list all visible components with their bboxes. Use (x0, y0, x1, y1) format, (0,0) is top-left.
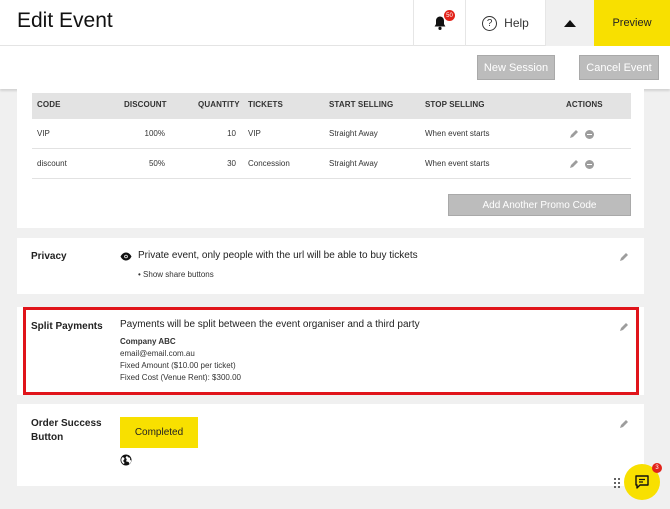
cell-code: VIP (37, 129, 50, 138)
promo-codes-section: CODE DISCOUNT QUANTITY TICKETS START SEL… (17, 89, 644, 228)
column-header-quantity: QUANTITY (198, 100, 240, 109)
cell-start-selling: Straight Away (329, 129, 378, 138)
privacy-label: Privacy (31, 251, 67, 262)
table-row: VIP 100% 10 VIP Straight Away When event… (32, 119, 631, 149)
cell-quantity: 30 (227, 159, 236, 168)
add-promo-code-button[interactable]: Add Another Promo Code (448, 194, 631, 216)
help-button[interactable]: ? Help (465, 0, 545, 46)
drag-handle-icon[interactable] (613, 477, 621, 489)
top-bar: Edit Event 50 ? Help Preview (0, 0, 670, 46)
new-session-button[interactable]: New Session (477, 55, 555, 80)
action-bar: New Session Cancel Event (0, 46, 670, 89)
globe-icon (120, 454, 132, 466)
order-success-label-line2: Button (31, 432, 64, 443)
pencil-icon[interactable] (568, 128, 580, 140)
cell-quantity: 10 (227, 129, 236, 138)
table-row: discount 50% 30 Concession Straight Away… (32, 149, 631, 179)
notification-badge: 50 (444, 10, 455, 21)
remove-icon[interactable] (585, 130, 594, 139)
column-header-tickets: TICKETS (248, 100, 283, 109)
eye-icon (120, 252, 132, 261)
highlight-box (23, 307, 639, 395)
notifications-button[interactable]: 50 (413, 0, 465, 46)
caret-up-icon (564, 19, 576, 27)
help-label: Help (504, 16, 529, 30)
preview-button[interactable]: Preview (594, 0, 670, 46)
cancel-event-button[interactable]: Cancel Event (579, 55, 659, 80)
cell-tickets: Concession (248, 159, 290, 168)
chat-badge: 3 (652, 463, 662, 473)
privacy-option: • Show share buttons (138, 270, 214, 279)
order-success-label-line1: Order Success (31, 418, 102, 429)
column-header-stop-selling: STOP SELLING (425, 100, 485, 109)
privacy-option-text: Show share buttons (143, 270, 214, 279)
chat-icon (635, 475, 649, 489)
column-header-code: CODE (37, 100, 61, 109)
cell-discount: 100% (144, 129, 165, 138)
page-title: Edit Event (17, 9, 113, 32)
pencil-icon[interactable] (618, 251, 630, 263)
remove-icon[interactable] (585, 160, 594, 169)
completed-button[interactable]: Completed (120, 417, 198, 448)
help-icon: ? (482, 15, 498, 31)
order-success-label: Order Success Button (31, 417, 102, 445)
pencil-icon[interactable] (568, 158, 580, 170)
promo-table-header: CODE DISCOUNT QUANTITY TICKETS START SEL… (32, 93, 631, 119)
order-success-section: Order Success Button Completed (17, 404, 644, 486)
privacy-section: Privacy Private event, only people with … (17, 238, 644, 294)
cell-code: discount (37, 159, 67, 168)
cell-stop-selling: When event starts (425, 129, 490, 138)
privacy-description: Private event, only people with the url … (138, 250, 418, 261)
column-header-actions: ACTIONS (566, 100, 603, 109)
column-header-discount: DISCOUNT (124, 100, 167, 109)
cell-stop-selling: When event starts (425, 159, 490, 168)
cell-discount: 50% (148, 159, 165, 168)
cell-tickets: VIP (248, 129, 261, 138)
collapse-toggle-button[interactable] (545, 0, 594, 46)
cell-start-selling: Straight Away (329, 159, 378, 168)
pencil-icon[interactable] (618, 418, 630, 430)
column-header-start-selling: START SELLING (329, 100, 394, 109)
